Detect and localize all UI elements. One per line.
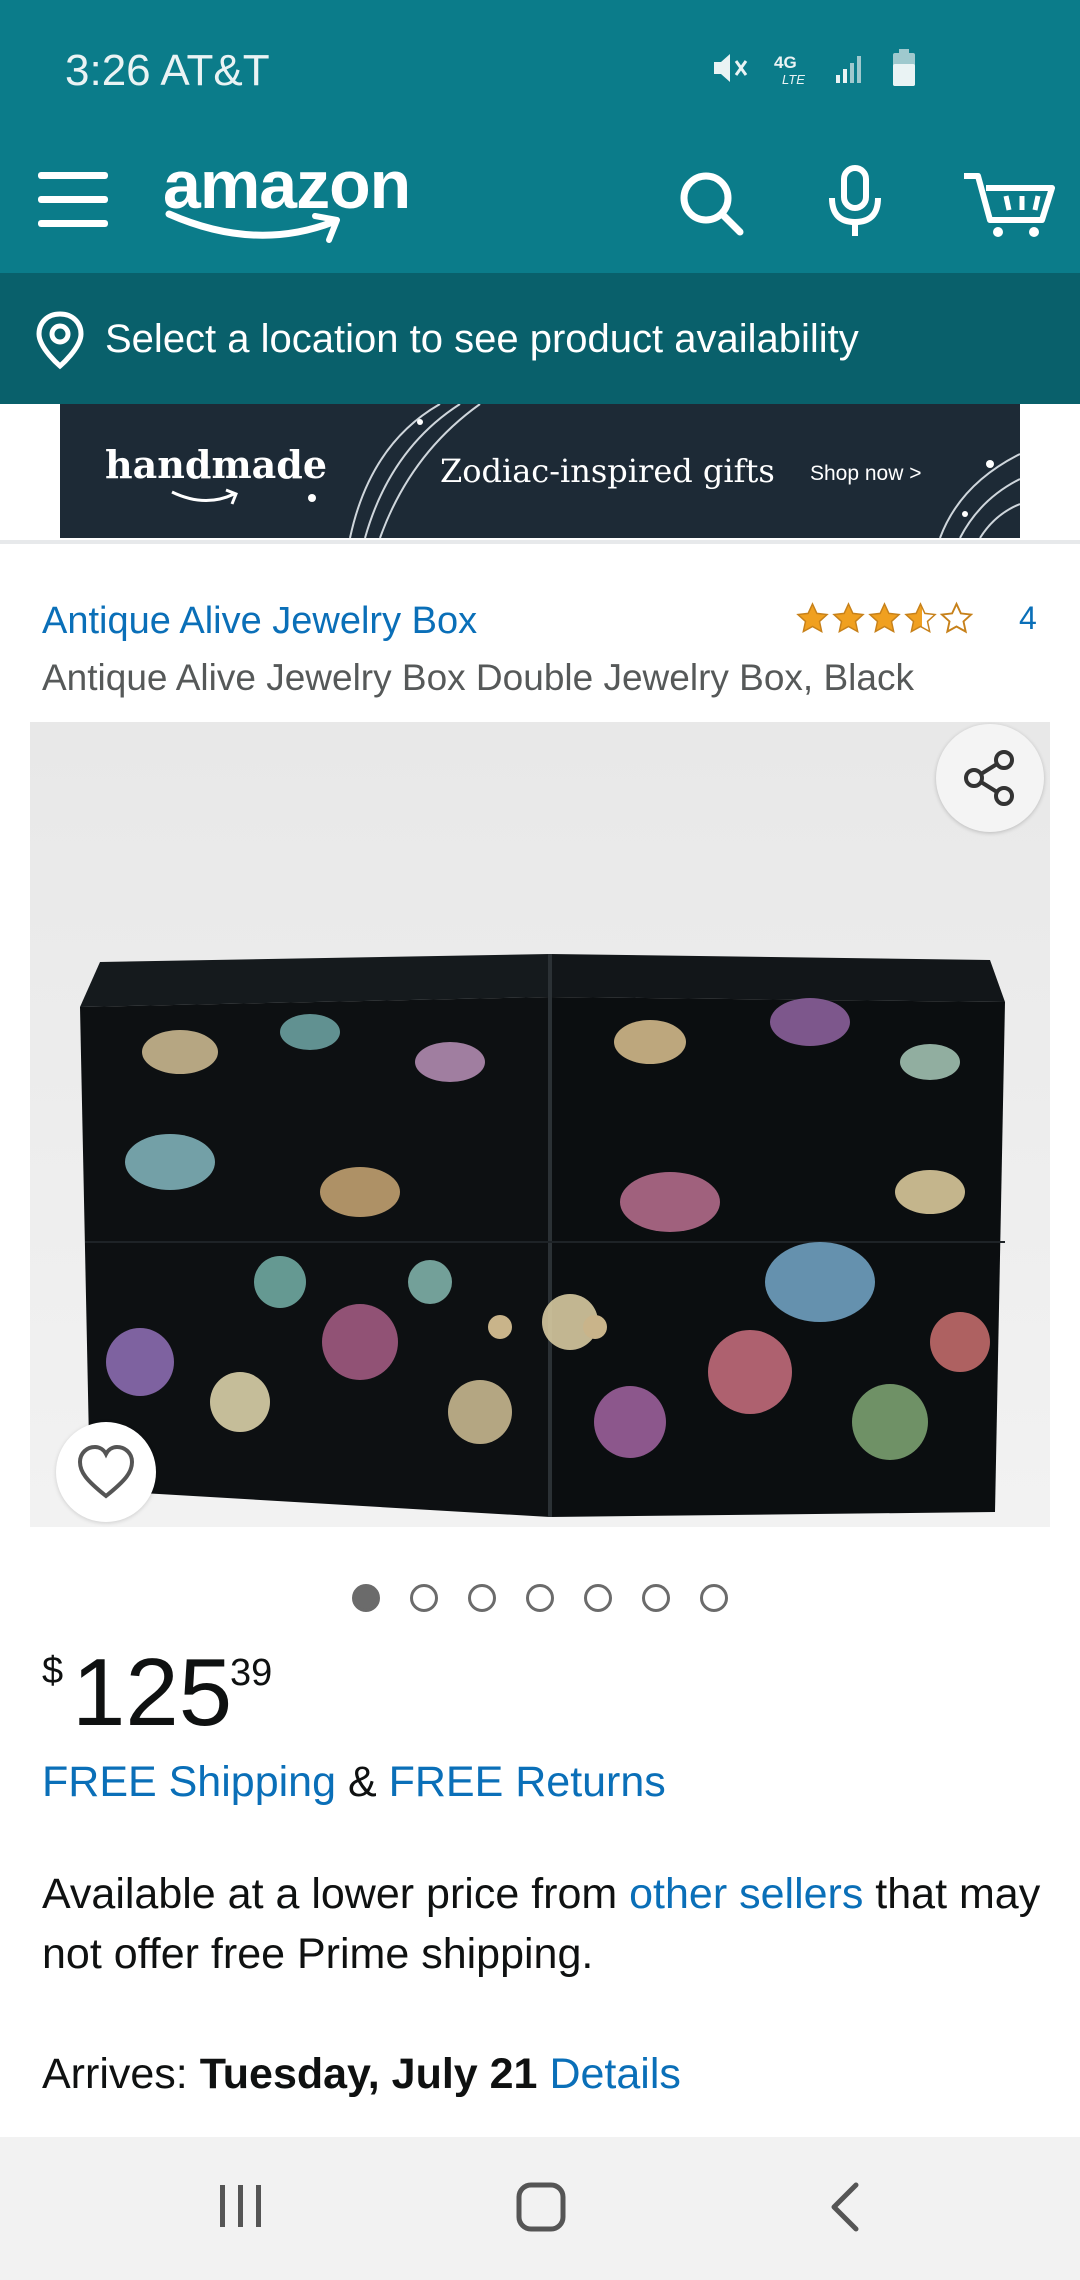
delivery-info: Arrives: Tuesday, July 21 Details — [42, 2050, 681, 2099]
system-nav-bar — [0, 2137, 1080, 2280]
status-time-carrier: 3:26 AT&T — [65, 46, 270, 95]
carousel-dot[interactable] — [526, 1584, 554, 1612]
availability-text: Available at a lower price from other se… — [42, 1864, 1042, 1984]
price-whole: 125 — [72, 1639, 233, 1746]
share-button[interactable] — [936, 724, 1044, 832]
brand-link[interactable]: Antique Alive Jewelry Box — [42, 600, 477, 643]
banner-brand: handmade — [105, 442, 328, 487]
amazon-logo[interactable]: amazon — [163, 146, 423, 246]
rating-count[interactable]: 4 — [1019, 600, 1037, 637]
carousel-dot[interactable] — [584, 1584, 612, 1612]
rating[interactable]: 4 — [795, 600, 1037, 637]
recent-apps-icon[interactable] — [216, 2181, 266, 2236]
carousel-dot[interactable] — [700, 1584, 728, 1612]
network-4g-lte-icon: 4G LTE — [772, 48, 812, 88]
carousel-dot[interactable] — [410, 1584, 438, 1612]
rating-stars — [795, 601, 974, 636]
menu-icon[interactable] — [34, 162, 110, 238]
handmade-promo-banner[interactable]: handmade Zodiac-inspired gifts Shop now … — [60, 404, 1020, 538]
location-pin-icon — [32, 310, 88, 370]
product-title: Antique Alive Jewelry Box Double Jewelry… — [42, 657, 914, 698]
star-half-icon — [904, 602, 937, 634]
mute-icon — [710, 49, 750, 87]
price-symbol: $ — [42, 1650, 64, 1692]
wishlist-button[interactable] — [56, 1422, 156, 1522]
status-bar: 3:26 AT&T 4G LTE — [0, 0, 1080, 140]
app-header: amazon — [0, 140, 1080, 273]
share-icon — [964, 750, 1014, 806]
arrives-label: Arrives: — [42, 2050, 188, 2098]
shipping-info: FREE Shipping & FREE Returns — [42, 1758, 666, 1807]
heart-icon — [77, 1444, 135, 1499]
svg-text:4G: 4G — [774, 53, 797, 72]
cart-icon[interactable] — [960, 162, 1060, 242]
star-full-icon — [796, 602, 829, 634]
banner-title: Zodiac-inspired gifts — [440, 452, 775, 490]
star-full-icon — [868, 602, 901, 634]
product-image[interactable] — [30, 722, 1050, 1527]
details-link[interactable]: Details — [549, 2050, 680, 2098]
location-bar[interactable]: Select a location to see product availab… — [0, 273, 1080, 404]
free-shipping-link[interactable]: FREE Shipping — [42, 1758, 336, 1806]
carousel-dot[interactable] — [468, 1584, 496, 1612]
back-icon[interactable] — [826, 2181, 866, 2238]
location-text: Select a location to see product availab… — [105, 317, 859, 361]
battery-icon — [890, 48, 918, 88]
divider — [0, 540, 1080, 544]
status-icons: 4G LTE — [710, 48, 918, 88]
shipping-amp: & — [347, 1758, 377, 1806]
banner-shop-now-link[interactable]: Shop now > — [810, 462, 922, 486]
other-sellers-link[interactable]: other sellers — [629, 1870, 863, 1918]
microphone-icon[interactable] — [815, 162, 895, 242]
carousel-dot[interactable] — [352, 1584, 380, 1612]
free-returns-link[interactable]: FREE Returns — [389, 1758, 666, 1806]
star-empty-icon — [939, 601, 974, 634]
banner-smile-icon — [171, 488, 238, 505]
arrival-date: Tuesday, July 21 — [199, 2050, 538, 2098]
svg-text:LTE: LTE — [782, 72, 805, 87]
search-icon[interactable] — [670, 162, 750, 242]
availability-prefix: Available at a lower price from — [42, 1870, 630, 1918]
image-carousel-dots — [352, 1584, 728, 1612]
carousel-dot[interactable] — [642, 1584, 670, 1612]
home-icon[interactable] — [515, 2181, 567, 2238]
price-fraction: 39 — [230, 1652, 273, 1694]
star-full-icon — [832, 602, 865, 634]
signal-icon — [834, 51, 868, 85]
